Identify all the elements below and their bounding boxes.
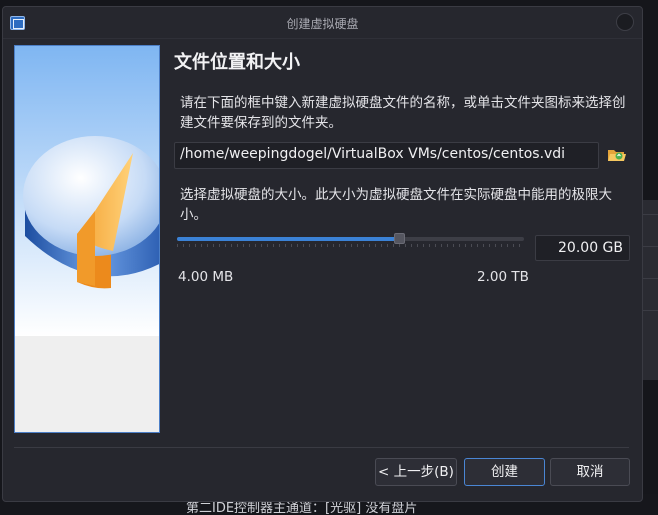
slider-fill	[177, 237, 399, 241]
window-title: 创建虚拟硬盘	[286, 17, 359, 31]
location-description: 请在下面的框中键入新建虚拟硬盘文件的名称，或单击文件夹图标来选择创建文件要保存到…	[180, 95, 626, 131]
size-description: 选择虚拟硬盘的大小。此大小为虚拟硬盘文件在实际硬盘中能用的极限大小。	[180, 187, 612, 223]
cancel-button[interactable]: 取消	[550, 458, 630, 486]
create-virtual-disk-dialog: 创建虚拟硬盘 文件位置和大小 请在下面的框中键入新建虚拟硬盘文件的名称，或单击文…	[2, 6, 643, 502]
min-size-label: 4.00 MB	[178, 269, 234, 285]
disk-size-slider[interactable]	[177, 231, 524, 247]
screen: 第二IDE控制器主通道：[光驱] 没有盘片 创建虚拟硬盘 文件位置和大小 请在下…	[0, 0, 658, 515]
slider-ticks	[177, 244, 524, 247]
disk-size-input[interactable]: 20.00 GB	[535, 235, 630, 261]
folder-open-icon	[608, 150, 626, 161]
choose-folder-button[interactable]	[607, 145, 627, 165]
wizard-illustration	[14, 45, 160, 433]
button-separator	[14, 447, 629, 448]
max-size-label: 2.00 TB	[477, 269, 529, 285]
title-bar[interactable]: 创建虚拟硬盘	[3, 7, 642, 39]
slider-handle[interactable]	[394, 233, 405, 244]
parent-window-edge	[643, 200, 658, 380]
back-button[interactable]: < 上一步(B)	[375, 458, 457, 486]
page-heading: 文件位置和大小	[174, 52, 300, 73]
disk-illustration-icon	[15, 46, 159, 432]
close-button[interactable]	[616, 13, 634, 31]
file-path-input[interactable]: /home/weepingdogel/VirtualBox VMs/centos…	[174, 142, 599, 169]
create-button[interactable]: 创建	[464, 458, 545, 486]
